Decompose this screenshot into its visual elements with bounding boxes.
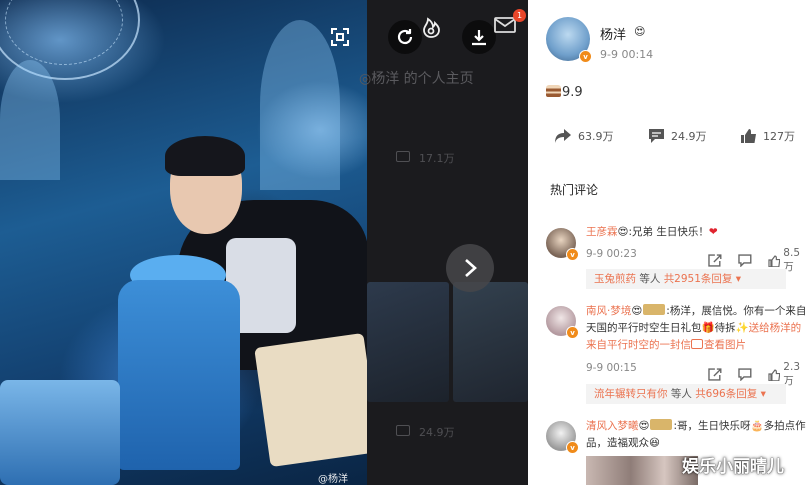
rotate-icon: [397, 29, 413, 45]
post-body-text: 9.9: [562, 85, 583, 100]
comment-icon: [396, 425, 410, 436]
vip-emoji-icon: 😍: [631, 305, 643, 317]
comment-like-count: 8.5万: [783, 247, 800, 273]
reply-summary[interactable]: 玉兔煎药 等人 共2951条回复 ▾: [586, 269, 786, 289]
verified-badge-icon: v: [566, 326, 579, 339]
person-hair: [165, 136, 245, 176]
fan-badge-icon: [643, 304, 666, 315]
smile-emoji-icon: 😆: [649, 437, 660, 449]
comment-text: :兄弟 生日快乐！: [628, 226, 709, 238]
comment-like-count: 2.3万: [783, 361, 800, 387]
fan-badge-icon: [650, 419, 673, 430]
share-icon[interactable]: [708, 254, 722, 267]
image-icon: [691, 339, 703, 349]
gift-emoji-icon: 🎁: [701, 322, 715, 334]
dessert-tray-left: [0, 380, 120, 485]
image-viewer-background: ◎杨洋 的个人主页 17.1万 24.9万: [359, 0, 528, 485]
comment-count: 24.9万: [671, 130, 707, 143]
author-name[interactable]: 杨洋: [600, 24, 626, 43]
hot-comments-heading: 热门评论: [550, 183, 599, 197]
vip-emoji-icon: 😍: [617, 226, 629, 238]
commenter-name[interactable]: 清风入梦曦: [586, 420, 639, 432]
download-icon: [472, 30, 486, 46]
post-body: 9.9: [546, 85, 583, 100]
reply-icon[interactable]: [738, 254, 752, 267]
post-detail-panel: v 杨洋 😍 9-9 00:14 9.9 63.9万 24.9万 127万 热门…: [528, 0, 810, 485]
reply-icon[interactable]: [738, 368, 752, 381]
reply-summary[interactable]: 流年辗转只有你 等人 共696条回复 ▾: [586, 384, 786, 404]
comment-text: :哥，生日快乐呀: [673, 420, 751, 432]
share-icon[interactable]: [708, 368, 722, 381]
notification-badge: 1: [513, 9, 526, 22]
like-icon: [767, 255, 780, 267]
verified-badge-icon: v: [566, 248, 579, 261]
next-image-button[interactable]: [446, 244, 494, 292]
birthday-cake: [118, 280, 240, 470]
comment-icon: [649, 129, 664, 143]
cake-emoji-icon: 🎂: [750, 420, 764, 432]
next-arrow-icon: [465, 259, 477, 277]
repost-button[interactable]: 63.9万: [554, 128, 614, 144]
commenter-name[interactable]: 南风·梦境: [586, 305, 631, 317]
view-image-link[interactable]: 查看图片: [704, 339, 746, 351]
verified-badge-icon: v: [566, 441, 579, 454]
profile-link-ghost: ◎杨洋 的个人主页: [359, 71, 474, 87]
like-icon: [767, 369, 780, 381]
comment-icon: [396, 151, 410, 162]
thumbnail-image[interactable]: [367, 282, 449, 402]
cake-emoji-icon: [546, 85, 561, 97]
scan-icon: [331, 28, 349, 46]
post-photo[interactable]: @杨洋: [0, 0, 367, 485]
like-count: 127万: [763, 130, 795, 143]
dessert-tray: [254, 332, 367, 468]
repost-icon: [555, 129, 571, 143]
ghost-count-bottom: 24.9万: [419, 426, 455, 439]
fire-icon: [423, 17, 440, 38]
repost-count: 63.9万: [578, 130, 614, 143]
fire-button[interactable]: [414, 10, 448, 44]
post-time: 9-9 00:14: [600, 48, 654, 61]
vip-emoji-icon: 😍: [638, 420, 650, 432]
thumbnail-image[interactable]: [453, 282, 528, 402]
heart-emoji-icon: ❤: [708, 226, 718, 238]
plant-decoration: [0, 60, 60, 180]
scan-button[interactable]: [323, 20, 357, 54]
comment-time: 9-9 00:23: [586, 248, 637, 260]
sparkle-emoji-icon: ✨: [735, 322, 749, 334]
crown-emoji-icon: 😍: [634, 25, 646, 38]
post-action-bar: 63.9万 24.9万 127万: [528, 128, 810, 148]
like-button[interactable]: 127万: [740, 128, 795, 144]
comment-button[interactable]: 24.9万: [648, 128, 707, 144]
page-watermark: 娱乐小丽晴儿: [682, 457, 784, 477]
ghost-count-top: 17.1万: [419, 152, 455, 165]
verified-badge-icon: v: [579, 50, 592, 63]
like-icon: [741, 129, 756, 143]
expand-replies-icon: ▾: [760, 388, 766, 400]
comment-text-part: 待拆: [714, 322, 736, 334]
photo-watermark: @杨洋: [318, 474, 348, 485]
commenter-name[interactable]: 王彦霖: [586, 226, 618, 238]
comment-time: 9-9 00:15: [586, 362, 637, 374]
expand-replies-icon: ▾: [735, 273, 742, 285]
mail-icon: [494, 17, 516, 33]
